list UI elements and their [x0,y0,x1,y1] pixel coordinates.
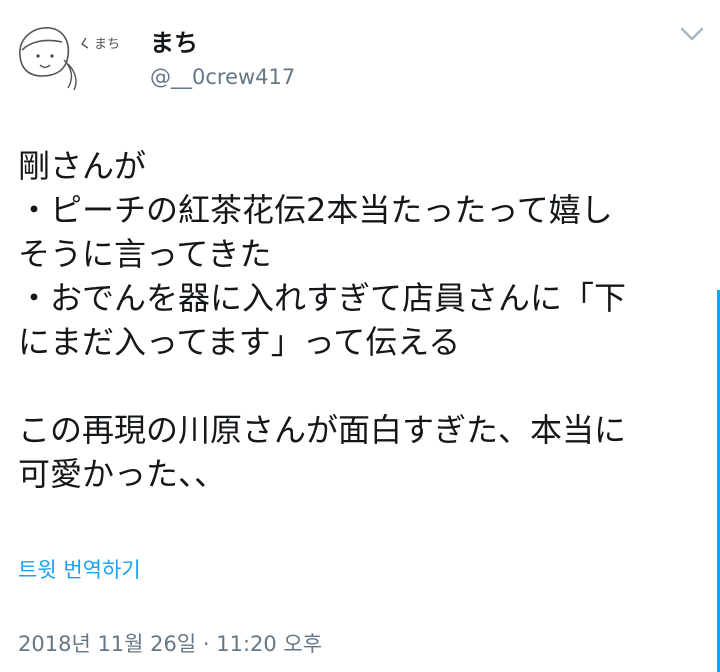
tweet-timestamp[interactable]: 2018년 11월 26일 · 11:20 오후 [18,629,322,659]
tweet-line: ・ピーチの紅茶花伝2本当たったって嬉し [18,191,613,229]
display-name[interactable]: まち [150,28,198,58]
user-handle[interactable]: @__0crew417 [150,64,295,90]
tweet-line: この再現の川原さんが面白すぎた、本当に [18,411,627,449]
tweet-line: 剛さんが [18,147,147,185]
tweet-line: にまだ入ってます」って伝える [18,323,461,361]
chevron-down-icon [680,27,704,41]
avatar[interactable]: まち [12,16,136,96]
tweet-line: そうに言ってきた [18,235,272,273]
tweet-menu-button[interactable] [676,20,708,48]
tweet-text: 剛さんが ・ピーチの紅茶花伝2本当たったって嬉し そうに言ってきた ・おでんを器… [18,144,708,496]
tweet-line: 可愛かった、、 [18,455,227,493]
doodle-avatar-icon: まち [19,27,120,91]
tweet-line: ・おでんを器に入れすぎて店員さんに「下 [18,279,627,317]
avatar-doodle-text: まち [94,37,120,52]
tweet-card: まち まち @__0crew417 剛さんが ・ピーチの紅茶花伝2本当たったって… [0,0,720,672]
translate-tweet-link[interactable]: 트윗 번역하기 [18,555,141,585]
